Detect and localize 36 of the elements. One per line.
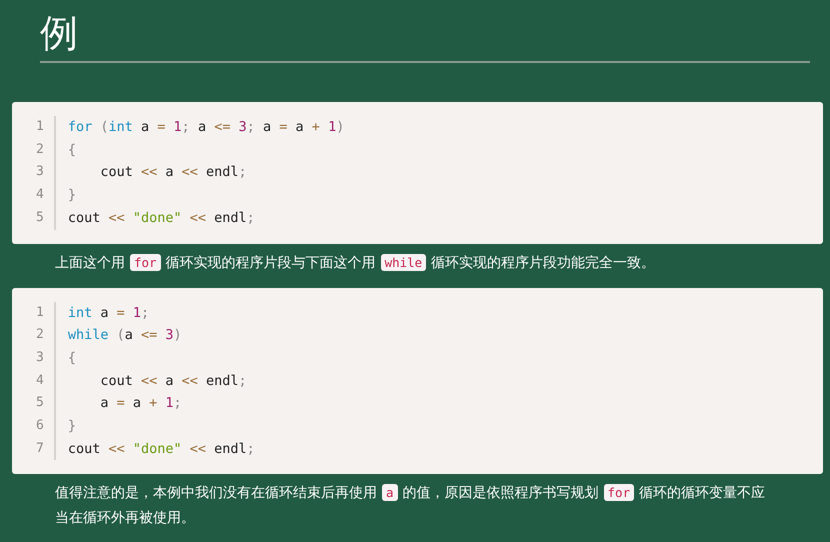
paragraph-text: 循环实现的程序片段功能完全一致。 [431,254,656,271]
line-number: 5 [36,394,44,412]
code-line: cout << a << endl; [99,163,248,182]
code-line: { [68,140,77,160]
inline-code: a [382,484,398,502]
code-line: for (int a = 1; a <= 3; a = a + 1) [68,118,344,137]
paragraph-text: 当在循环外再被使用。 [55,510,195,526]
line-number: 6 [36,417,44,436]
code-line: } [68,186,77,206]
paragraph-text: 值得注意的是，本例中我们没有在循环结束后再使用 [55,485,377,502]
line-number: 4 [36,186,44,204]
inline-code: for [130,254,161,271]
section-heading: 例 [40,8,810,63]
line-number: 1 [36,304,44,322]
code-line: a = a + 1; [99,394,183,414]
code-line: int a = 1; [68,304,150,323]
inline-code: for [604,484,634,502]
code-line: cout << "done" << endl; [68,208,256,228]
line-number: 3 [36,163,44,182]
line-number: 4 [36,372,44,390]
code-line: { [68,348,77,368]
inline-code: while [380,254,426,271]
paragraph-text: 上面这个用 [55,254,125,271]
line-number: 3 [36,348,44,367]
code-line: while (a <= 3) [68,326,183,346]
line-number: 5 [36,208,44,227]
code-line: } [68,417,77,436]
line-number: 2 [36,140,44,159]
paragraph-text: 循环的循环变量不应 [639,485,766,502]
line-number: 2 [36,326,44,344]
line-number: 1 [36,118,44,136]
code-line: cout << "done" << endl; [68,440,255,459]
line-number: 7 [36,440,44,458]
paragraph-text: 循环实现的程序片段与下面这个用 [166,254,376,271]
paragraph-text: 的值，原因是依照程序书写规划 [402,485,599,502]
code-line: cout << a << endl; [99,372,248,391]
